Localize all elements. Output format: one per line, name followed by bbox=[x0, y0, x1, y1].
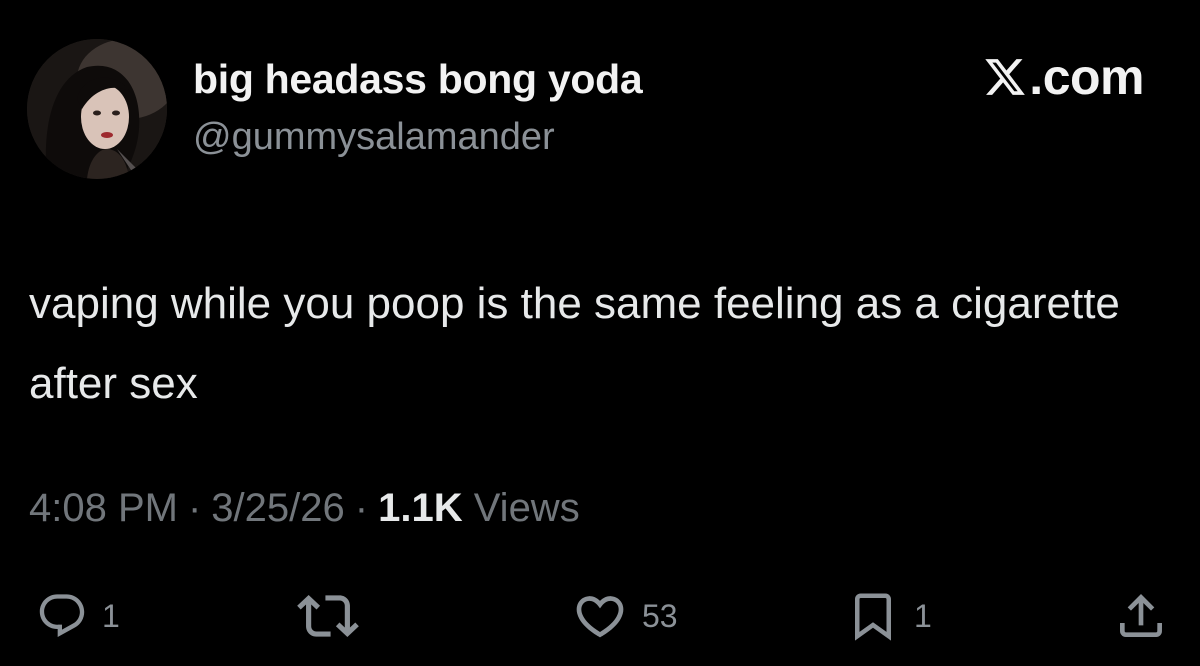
retweet-button[interactable] bbox=[297, 588, 373, 644]
reply-icon bbox=[39, 594, 85, 638]
retweet-icon bbox=[297, 595, 359, 637]
views-label: Views bbox=[473, 486, 580, 530]
views-count: 1.1K bbox=[378, 486, 463, 530]
share-icon bbox=[1120, 594, 1162, 637]
tweet-date[interactable]: 3/25/26 bbox=[211, 486, 344, 530]
share-button[interactable] bbox=[1113, 588, 1183, 644]
tweet-card: big headass bong yoda @gummysalamander .… bbox=[0, 0, 1200, 666]
like-button[interactable]: 53 bbox=[572, 588, 678, 644]
display-name[interactable]: big headass bong yoda bbox=[193, 56, 643, 103]
reply-count: 1 bbox=[102, 597, 120, 634]
bookmark-icon bbox=[855, 593, 891, 641]
tweet-text: vaping while you poop is the same feelin… bbox=[29, 279, 1120, 408]
bookmark-count: 1 bbox=[914, 597, 932, 634]
brand-suffix: .com bbox=[1029, 49, 1144, 105]
profile-photo bbox=[27, 39, 167, 179]
handle[interactable]: @gummysalamander bbox=[193, 116, 555, 159]
avatar[interactable] bbox=[27, 39, 167, 179]
tweet-time[interactable]: 4:08 PM bbox=[29, 486, 178, 530]
meta-separator: · bbox=[354, 486, 369, 530]
heart-icon bbox=[576, 596, 624, 638]
like-count: 53 bbox=[642, 597, 678, 634]
tweet-meta: 4:08 PM · 3/25/26 · 1.1K Views bbox=[29, 486, 580, 531]
x-logo-icon bbox=[985, 59, 1026, 95]
reply-button[interactable]: 1 bbox=[36, 588, 120, 644]
bookmark-button[interactable]: 1 bbox=[846, 588, 932, 644]
meta-separator: · bbox=[187, 486, 202, 530]
brand-watermark: .com bbox=[983, 52, 1144, 102]
action-bar: 1 53 1 bbox=[0, 588, 1200, 644]
